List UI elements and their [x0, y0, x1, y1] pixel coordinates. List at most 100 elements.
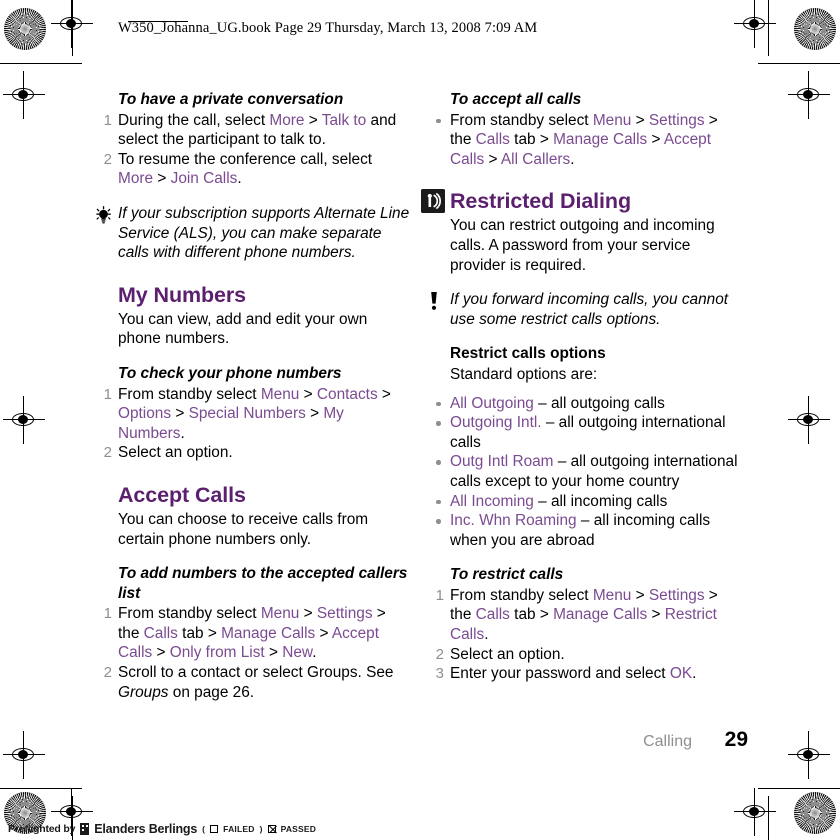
steps-private-conversation: 1 During the call, select More > Talk to …	[92, 111, 410, 189]
menu-path-separator: >	[631, 586, 649, 604]
plain-text: Scroll to a contact or select Groups. Se…	[118, 664, 394, 682]
warning-note: If you forward incoming calls, you canno…	[424, 290, 742, 329]
menu-path-token: Settings	[648, 586, 705, 604]
menu-path-token: Menu	[260, 605, 300, 623]
body-accept-calls: You can choose to receive calls from cer…	[118, 510, 369, 548]
emphasis-text: Groups	[118, 683, 169, 701]
plain-text: .	[237, 170, 242, 188]
restricted-dialing-block: Restricted Dialing	[421, 189, 742, 214]
steps-add-numbers-accepted-callers: 1 From standby select Menu > Settings > t…	[92, 604, 410, 702]
subhead-to-restrict-calls: To restrict calls	[450, 566, 564, 584]
menu-path-separator: >	[647, 131, 664, 149]
menu-path-token: All Callers	[500, 150, 571, 168]
preflight-brand: Elanders Berlings	[94, 822, 198, 836]
plain-text: From standby select	[118, 385, 261, 403]
menu-path-token: New	[282, 644, 313, 662]
plain-text: From standby select	[118, 605, 261, 623]
menu-path-separator: >	[152, 644, 170, 662]
numbered-step: 2 Scroll to a contact or select Groups. S…	[92, 663, 410, 702]
menu-path-separator: tab >	[177, 624, 222, 642]
heading-accept-calls: Accept Calls	[118, 482, 246, 507]
menu-path-token: Options	[118, 405, 172, 423]
menu-path-separator: >	[484, 150, 501, 168]
menu-path-token: Settings	[648, 111, 705, 129]
menu-path-separator: >	[171, 405, 189, 423]
menu-path-separator: tab >	[509, 606, 554, 624]
menu-path-token: Menu	[592, 586, 632, 604]
plain-text: .	[312, 644, 317, 662]
list-item: From standby select Menu > Settings > th…	[424, 111, 742, 170]
list-item: Inc. Whn Roaming – all incoming calls wh…	[424, 511, 742, 550]
menu-path-token: More	[118, 170, 154, 188]
lightbulb-icon	[92, 206, 114, 226]
menu-path-separator: >	[315, 624, 332, 642]
menu-path-separator: tab >	[509, 131, 554, 149]
preflight-failed-label: FAILED	[223, 824, 255, 834]
preflight-passed-label: PASSED	[280, 824, 317, 834]
numbered-step: 1 From standby select Menu > Contacts > O…	[92, 385, 410, 444]
body-restricted-dialing: You can restrict outgoing and incoming c…	[450, 217, 715, 274]
list-restrict-options: All Outgoing – all outgoing calls Outgoin…	[424, 394, 742, 551]
menu-path-token: More	[269, 111, 305, 129]
step-number: 2	[435, 645, 444, 663]
menu-path-token: Only from List	[169, 644, 265, 662]
menu-path-token: Outg Intl Roam	[450, 453, 554, 471]
plain-text: .	[570, 150, 575, 168]
subhead-restrict-calls-options: Restrict calls options	[450, 345, 606, 363]
step-number: 1	[435, 586, 444, 604]
menu-path-separator: >	[304, 111, 322, 129]
heading-restricted-dialing: Restricted Dialing	[450, 189, 631, 214]
plain-text: From standby select	[450, 586, 593, 604]
procedure-accept-all-calls: From standby select Menu > Settings > th…	[424, 111, 742, 170]
warning-note-text: If you forward incoming calls, you canno…	[450, 291, 729, 328]
menu-path-token: Special Numbers	[188, 405, 306, 423]
menu-path-separator: >	[647, 606, 665, 624]
footer-chapter-name: Calling	[643, 733, 692, 750]
steps-to-restrict-calls: 1 From standby select Menu > Settings > t…	[424, 586, 742, 684]
plain-text: on page 26.	[168, 683, 255, 701]
plain-text: During the call, select	[118, 111, 270, 129]
numbered-step: 1 From standby select Menu > Settings > t…	[424, 586, 742, 645]
subhead-check-phone-numbers: To check your phone numbers	[118, 364, 342, 382]
menu-path-token: Talk to	[321, 111, 367, 129]
menu-path-token: Contacts	[316, 385, 378, 403]
menu-path-token: Settings	[316, 605, 373, 623]
preflight-close-paren: )	[259, 824, 263, 834]
preflight-passed-checkbox	[267, 825, 276, 833]
menu-path-token: Inc. Whn Roaming	[450, 512, 577, 530]
plain-text: – all incoming calls	[533, 492, 668, 510]
numbered-step: 2 Select an option.	[92, 443, 410, 463]
preflight-open-paren: (	[202, 824, 206, 834]
numbered-step: 1 From standby select Menu > Settings > t…	[92, 604, 410, 663]
plain-text: To resume the conference call, select	[118, 150, 373, 168]
footer-page-number: 29	[724, 728, 748, 751]
preflight-label: Preflighted by	[8, 823, 76, 835]
numbered-step: 3 Enter your password and select OK.	[424, 664, 742, 684]
elanders-logo-icon	[80, 823, 90, 835]
menu-path-token: Join Calls	[170, 170, 238, 188]
page-footer: Calling 29	[643, 728, 748, 752]
menu-path-separator: >	[631, 111, 649, 129]
plain-text: Enter your password and select	[450, 665, 670, 683]
menu-path-token: Menu	[592, 111, 632, 129]
step-number: 2	[103, 444, 112, 462]
step-number: 1	[103, 605, 112, 623]
step-number: 2	[103, 664, 112, 682]
list-item: All Incoming – all incoming calls	[424, 492, 742, 512]
body-my-numbers: You can view, add and edit your own phon…	[118, 310, 368, 348]
list-item: Outgoing Intl. – all outgoing internatio…	[424, 413, 742, 452]
plain-text: Select an option.	[450, 645, 565, 663]
menu-path-token: Manage Calls	[221, 624, 316, 642]
list-item: All Outgoing – all outgoing calls	[424, 394, 742, 414]
step-number: 2	[103, 150, 112, 168]
numbered-step: 2 Select an option.	[424, 645, 742, 665]
